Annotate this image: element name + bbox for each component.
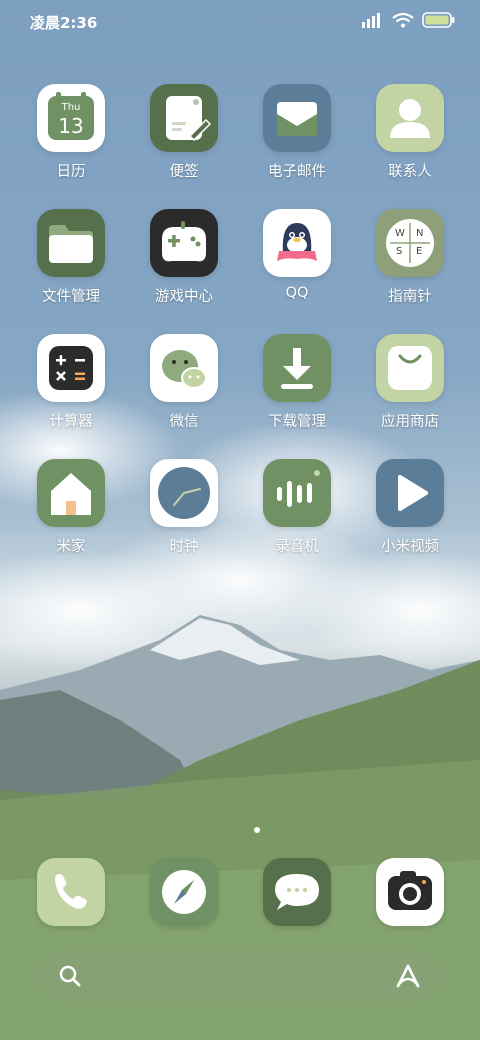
app-label: 时钟: [169, 539, 199, 555]
app-label: 文件管理: [42, 289, 100, 305]
phone-icon: [55, 874, 87, 909]
app-store-icon: [376, 334, 444, 402]
app-recorder[interactable]: 录音机: [247, 459, 347, 556]
clock-icon: [150, 459, 218, 527]
search-icon[interactable]: [57, 963, 85, 991]
wifi-icon: [392, 12, 414, 28]
page-indicator: [254, 827, 260, 833]
folder-icon: [37, 209, 105, 277]
dock-phone[interactable]: [37, 858, 105, 926]
search-bar[interactable]: [40, 950, 440, 1002]
app-wechat[interactable]: 微信: [134, 334, 234, 431]
download-icon: [263, 334, 331, 402]
wechat-icon: [150, 334, 218, 402]
assistant-icon[interactable]: [393, 962, 423, 992]
calendar-date: 13: [58, 114, 84, 138]
app-label: 计算器: [49, 414, 93, 430]
compass-icon: W N S E: [376, 209, 444, 277]
compass-letter-n: N: [416, 228, 424, 239]
signal-icon: [362, 13, 380, 28]
app-label: 电子邮件: [268, 164, 326, 180]
browser-compass-icon: [162, 870, 206, 914]
app-label: 应用商店: [381, 414, 439, 430]
app-calendar[interactable]: Thu 13 日历: [21, 84, 121, 181]
app-compass[interactable]: W N S E 指南针: [360, 209, 460, 306]
app-label: 微信: [169, 414, 199, 430]
calendar-day: Thu: [61, 102, 81, 113]
dock-camera[interactable]: [376, 858, 444, 926]
app-label: 下载管理: [268, 414, 326, 430]
app-label: QQ: [285, 285, 309, 301]
mail-icon: [263, 84, 331, 152]
app-label: 小米视频: [381, 539, 439, 555]
app-label: 米家: [56, 539, 86, 555]
calendar-icon: Thu 13: [37, 84, 105, 152]
calculator-icon: [37, 334, 105, 402]
battery-icon: [422, 12, 455, 28]
app-email[interactable]: 电子邮件: [247, 84, 347, 181]
app-label: 游戏中心: [155, 289, 213, 305]
app-calculator[interactable]: 计算器: [21, 334, 121, 431]
gamepad-icon: [150, 209, 218, 277]
video-play-icon: [376, 459, 444, 527]
app-notes[interactable]: 便签: [134, 84, 234, 181]
app-label: 指南针: [388, 289, 432, 305]
contacts-icon: [376, 84, 444, 152]
status-bar: 凌晨2:36: [0, 8, 480, 36]
app-label: 便签: [169, 164, 199, 180]
app-label: 日历: [56, 164, 86, 180]
camera-icon: [388, 871, 432, 910]
app-game-center[interactable]: 游戏中心: [134, 209, 234, 306]
compass-letter-s: S: [396, 246, 403, 257]
app-files[interactable]: 文件管理: [21, 209, 121, 306]
app-qq[interactable]: QQ: [247, 209, 347, 301]
app-label: 联系人: [388, 164, 432, 180]
compass-letter-w: W: [395, 228, 405, 239]
app-clock[interactable]: 时钟: [134, 459, 234, 556]
compass-letter-e: E: [416, 246, 423, 257]
app-contacts[interactable]: 联系人: [360, 84, 460, 181]
dock-messages[interactable]: [263, 858, 331, 926]
app-label: 录音机: [275, 539, 319, 555]
notes-icon: [150, 84, 218, 152]
app-mi-video[interactable]: 小米视频: [360, 459, 460, 556]
home-icon: [37, 459, 105, 527]
app-download-manager[interactable]: 下载管理: [247, 334, 347, 431]
messages-icon: [275, 874, 319, 910]
qq-penguin-icon: [263, 209, 331, 277]
app-store[interactable]: 应用商店: [360, 334, 460, 431]
dock-browser[interactable]: [150, 858, 218, 926]
app-mi-home[interactable]: 米家: [21, 459, 121, 556]
status-time: 凌晨2:36: [30, 14, 98, 32]
recorder-icon: [263, 459, 331, 527]
